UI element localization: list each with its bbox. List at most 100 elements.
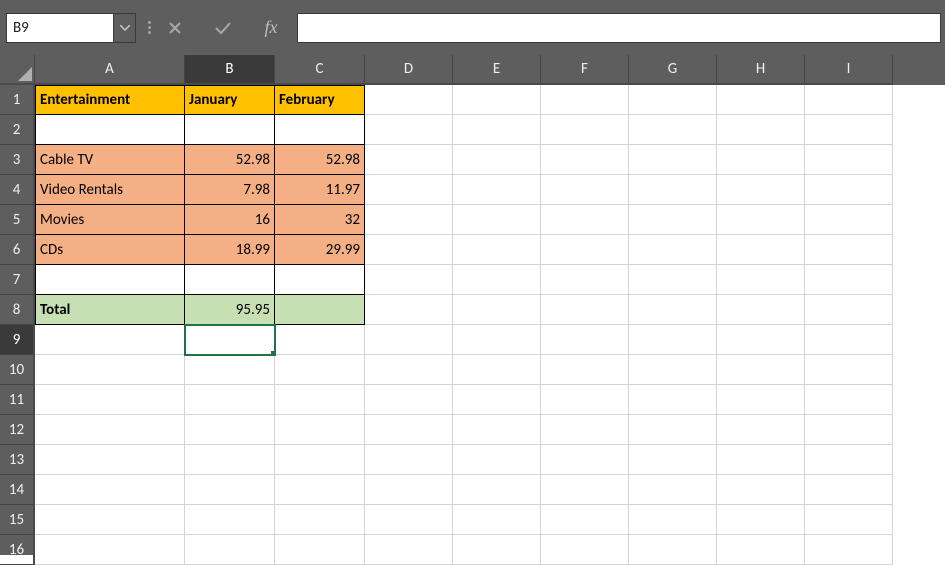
- cell[interactable]: [185, 505, 275, 535]
- cell[interactable]: [629, 445, 717, 475]
- cell[interactable]: [629, 115, 717, 145]
- cell[interactable]: [365, 355, 453, 385]
- cell[interactable]: [365, 115, 453, 145]
- cell[interactable]: [365, 145, 453, 175]
- cell[interactable]: [629, 205, 717, 235]
- cell[interactable]: [365, 235, 453, 265]
- cell[interactable]: [453, 445, 541, 475]
- insert-function-button[interactable]: fx: [259, 16, 283, 40]
- cell[interactable]: [275, 295, 365, 325]
- cell[interactable]: 7.98: [185, 175, 275, 205]
- cell[interactable]: [629, 535, 717, 565]
- row-header-14[interactable]: 14: [0, 475, 35, 505]
- column-header-A[interactable]: A: [35, 55, 185, 85]
- cell[interactable]: [453, 355, 541, 385]
- cell[interactable]: [185, 265, 275, 295]
- cell[interactable]: Total: [35, 295, 185, 325]
- row-header-5[interactable]: 5: [0, 205, 35, 235]
- cell[interactable]: [275, 445, 365, 475]
- row-header-1[interactable]: 1: [0, 85, 35, 115]
- cell[interactable]: [35, 445, 185, 475]
- name-box[interactable]: B9: [6, 13, 114, 43]
- cell[interactable]: [35, 415, 185, 445]
- cell[interactable]: [35, 475, 185, 505]
- cell[interactable]: [805, 355, 893, 385]
- column-header-B[interactable]: B: [185, 55, 275, 85]
- cell[interactable]: [275, 265, 365, 295]
- row-header-8[interactable]: 8: [0, 295, 35, 325]
- cell[interactable]: 52.98: [185, 145, 275, 175]
- cell[interactable]: [541, 145, 629, 175]
- cell[interactable]: [541, 235, 629, 265]
- column-header-G[interactable]: G: [629, 55, 717, 85]
- cell[interactable]: [453, 385, 541, 415]
- cell[interactable]: [35, 505, 185, 535]
- cell[interactable]: [365, 175, 453, 205]
- cell[interactable]: [453, 325, 541, 355]
- cell[interactable]: [717, 445, 805, 475]
- cell[interactable]: [805, 85, 893, 115]
- cell[interactable]: [717, 295, 805, 325]
- cell[interactable]: [541, 295, 629, 325]
- cell[interactable]: [805, 115, 893, 145]
- cell[interactable]: 32: [275, 205, 365, 235]
- cell[interactable]: [805, 265, 893, 295]
- cell[interactable]: [629, 145, 717, 175]
- cell[interactable]: [365, 385, 453, 415]
- cell[interactable]: [629, 415, 717, 445]
- cell[interactable]: [717, 265, 805, 295]
- row-header-10[interactable]: 10: [0, 355, 35, 385]
- cell[interactable]: [365, 475, 453, 505]
- cell[interactable]: [629, 85, 717, 115]
- cell[interactable]: [541, 535, 629, 565]
- cell[interactable]: [805, 205, 893, 235]
- cell[interactable]: February: [275, 85, 365, 115]
- column-header-F[interactable]: F: [541, 55, 629, 85]
- cell[interactable]: [185, 115, 275, 145]
- cell[interactable]: [541, 355, 629, 385]
- cell[interactable]: [717, 385, 805, 415]
- cell[interactable]: 11.97: [275, 175, 365, 205]
- cell[interactable]: Entertainment: [35, 85, 185, 115]
- cell[interactable]: [717, 205, 805, 235]
- column-header-E[interactable]: E: [453, 55, 541, 85]
- cell[interactable]: [275, 385, 365, 415]
- cell[interactable]: 29.99: [275, 235, 365, 265]
- cell[interactable]: [185, 355, 275, 385]
- cell[interactable]: [541, 175, 629, 205]
- cell[interactable]: [805, 175, 893, 205]
- cell[interactable]: January: [185, 85, 275, 115]
- cell[interactable]: [35, 535, 185, 565]
- cell[interactable]: [275, 355, 365, 385]
- cell[interactable]: CDs: [35, 235, 185, 265]
- row-header-4[interactable]: 4: [0, 175, 35, 205]
- cell[interactable]: 18.99: [185, 235, 275, 265]
- cell[interactable]: [805, 445, 893, 475]
- cell[interactable]: [453, 175, 541, 205]
- cell[interactable]: [275, 505, 365, 535]
- cell[interactable]: [541, 265, 629, 295]
- column-header-D[interactable]: D: [365, 55, 453, 85]
- cell[interactable]: [185, 475, 275, 505]
- cell[interactable]: [275, 325, 365, 355]
- cell[interactable]: [185, 325, 275, 355]
- cell[interactable]: [185, 415, 275, 445]
- cell[interactable]: [805, 505, 893, 535]
- cell[interactable]: [717, 175, 805, 205]
- cell[interactable]: [541, 205, 629, 235]
- cell[interactable]: [35, 265, 185, 295]
- cell[interactable]: [365, 535, 453, 565]
- formula-input[interactable]: [297, 13, 941, 43]
- row-header-7[interactable]: 7: [0, 265, 35, 295]
- cell[interactable]: [35, 355, 185, 385]
- cell[interactable]: [275, 535, 365, 565]
- cell[interactable]: [717, 115, 805, 145]
- cell[interactable]: [541, 85, 629, 115]
- cell[interactable]: [453, 145, 541, 175]
- cell[interactable]: [541, 385, 629, 415]
- cell[interactable]: [717, 145, 805, 175]
- cell[interactable]: [629, 475, 717, 505]
- cell[interactable]: [453, 265, 541, 295]
- row-header-3[interactable]: 3: [0, 145, 35, 175]
- row-header-16[interactable]: 16: [0, 535, 35, 565]
